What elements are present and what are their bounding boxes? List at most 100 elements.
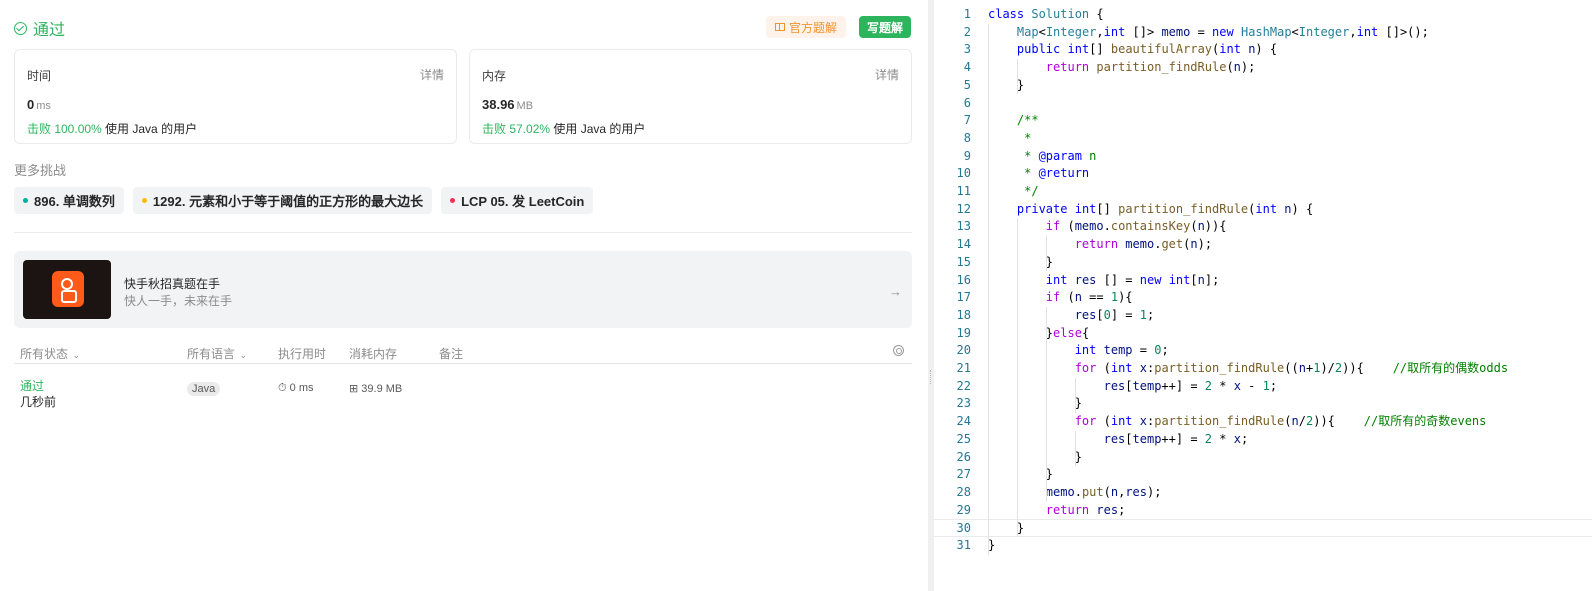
indent-guide [988, 23, 989, 555]
code-text: Map<Integer,int []> memo = new HashMap<I… [1016, 24, 1429, 39]
memory-chip-icon: ⊞ [349, 383, 362, 395]
code-line[interactable]: 14 return memo.get(n); [934, 236, 1592, 254]
code-line[interactable]: 4 return partition_findRule(n); [934, 59, 1592, 77]
code-text: class Solution { [988, 7, 1104, 21]
code-line[interactable]: 28 memo.put(n,res); [934, 484, 1592, 502]
runtime-value-row: 0 ms [27, 97, 51, 112]
line-number: 27 [956, 467, 971, 482]
code-line[interactable]: 11 */ [934, 183, 1592, 201]
code-text: if (n == 1){ [1045, 290, 1133, 305]
code-line[interactable]: 15 } [934, 254, 1592, 272]
write-solution-button[interactable]: 写题解 [859, 16, 912, 38]
code-line[interactable]: 20 int temp = 0; [934, 342, 1592, 360]
line-number: 4 [963, 60, 971, 75]
line-number: 5 [963, 77, 971, 92]
chevron-down-icon: ⌄ [237, 350, 248, 360]
submission-status[interactable]: 通过 [20, 377, 44, 394]
code-line[interactable]: 13 if (memo.containsKey(n)){ [934, 218, 1592, 236]
promo-banner[interactable]: 快手秋招真题在手 快人一手，未来在手 → [14, 251, 912, 328]
challenge-chip[interactable]: 896. 单调数列 [14, 187, 124, 214]
status-filter[interactable]: 所有状态 ⌄ [20, 345, 80, 362]
challenge-list: 896. 单调数列 1292. 元素和小于等于阈值的正方形的最大边长 LCP 0… [14, 187, 594, 214]
indent-guide [1045, 342, 1047, 502]
runtime-detail-link[interactable]: 详情 [420, 66, 444, 83]
status-filter-label: 所有状态 [20, 347, 69, 361]
code-line[interactable]: 10 * @return [934, 165, 1592, 183]
code-text: } [988, 254, 1054, 269]
code-line[interactable]: 2 Map<Integer,int []> memo = new HashMap… [934, 24, 1592, 42]
code-line[interactable]: 19 }else{ [934, 325, 1592, 343]
code-line[interactable]: 22 res[temp++] = 2 * x - 1; [934, 378, 1592, 396]
code-line[interactable]: 27 } [934, 466, 1592, 484]
memory-card[interactable]: 内存 详情 38.96 MB 击败 57.02% 使用 Java 的用户 [469, 49, 912, 144]
line-number: 15 [956, 254, 971, 269]
code-line[interactable]: 26 } [934, 449, 1592, 467]
runtime-card-title: 时间 [27, 69, 52, 83]
indent-guide [1016, 59, 1018, 95]
runtime-card[interactable]: 时间 详情 0 ms 击败 100.00% 使用 Java 的用户 [14, 49, 457, 144]
code-text: private int[] partition_findRule(int n) … [1016, 201, 1314, 216]
challenge-chip[interactable]: LCP 05. 发 LeetCoin [441, 187, 594, 214]
line-number: 3 [963, 42, 971, 57]
code-text: for (int x:partition_findRule((n+1)/2)){… [1074, 361, 1509, 375]
code-line[interactable]: 7 /** [934, 112, 1592, 130]
code-line[interactable]: 31} [934, 537, 1592, 555]
submission-runtime-value: 0 ms [289, 382, 314, 394]
code-line[interactable]: 16 int res [] = new int[n]; [934, 272, 1592, 290]
line-number: 13 [956, 219, 971, 234]
code-line[interactable]: 12 private int[] partition_findRule(int … [934, 201, 1592, 219]
line-number: 7 [963, 113, 971, 128]
line-number: 17 [956, 290, 971, 305]
submission-time: 几秒前 [20, 395, 57, 409]
language-filter[interactable]: 所有语言 ⌄ [187, 345, 247, 362]
code-text: } [988, 521, 1025, 536]
line-number: 1 [963, 7, 971, 21]
code-line[interactable]: 30 } [934, 519, 1592, 537]
challenge-chip[interactable]: 1292. 元素和小于等于阈值的正方形的最大边长 [132, 187, 433, 214]
memory-value-row: 38.96 MB [482, 97, 533, 112]
runtime-column-header: 执行用时 [278, 347, 327, 361]
code-line[interactable]: 18 res[0] = 1; [934, 307, 1592, 325]
code-line[interactable]: 24 for (int x:partition_findRule(n/2)){ … [934, 413, 1592, 431]
code-line[interactable]: 25 res[temp++] = 2 * x; [934, 431, 1592, 449]
code-text: int temp = 0; [1074, 343, 1169, 358]
code-line[interactable]: 3 public int[] beautifulArray(int n) { [934, 41, 1592, 59]
code-text: for (int x:partition_findRule(n/2)){ //取… [1074, 414, 1487, 429]
runtime-unit: ms [36, 100, 51, 112]
difficulty-dot [23, 198, 28, 203]
code-line[interactable]: 21 for (int x:partition_findRule((n+1)/2… [934, 360, 1592, 378]
code-line[interactable]: 29 return res; [934, 502, 1592, 520]
more-challenges-title: 更多挑战 [14, 163, 67, 178]
code-editor[interactable]: 1 class Solution { 2 Map<Integer,int []> m… [934, 0, 1592, 591]
code-line[interactable]: 17 if (n == 1){ [934, 289, 1592, 307]
line-number: 16 [956, 272, 971, 287]
line-number: 31 [956, 538, 971, 552]
code-line[interactable]: 5 } [934, 77, 1592, 95]
code-line[interactable]: 6 [934, 95, 1592, 113]
line-number: 12 [956, 201, 971, 216]
language-filter-label: 所有语言 [187, 347, 236, 361]
settings-icon[interactable] [893, 345, 904, 356]
code-text: */ [988, 184, 1039, 198]
drag-handle-icon[interactable] [930, 370, 932, 384]
official-solution-button[interactable]: 官方题解 [766, 16, 847, 38]
line-number: 10 [956, 166, 971, 181]
challenge-label: 896. 单调数列 [34, 194, 115, 209]
line-number: 19 [956, 325, 971, 340]
check-circle-icon [14, 21, 27, 35]
memory-unit: MB [516, 100, 534, 112]
code-line[interactable]: 8 * [934, 130, 1592, 148]
memory-detail-link[interactable]: 详情 [875, 66, 899, 83]
code-line[interactable]: 9 * @param n [934, 148, 1592, 166]
line-number: 8 [963, 130, 971, 145]
code-text: res[0] = 1; [1074, 307, 1155, 322]
code-text: memo.put(n,res); [1045, 484, 1162, 499]
line-number: 29 [956, 502, 971, 517]
challenge-label: LCP 05. 发 LeetCoin [461, 194, 585, 209]
code-text: int res [] = new int[n]; [1045, 272, 1220, 287]
chevron-down-icon: ⌄ [70, 350, 81, 360]
code-line[interactable]: 1 class Solution { [934, 6, 1592, 24]
code-line[interactable]: 23 } [934, 395, 1592, 413]
submissions-table-header: 所有状态 ⌄ 所有语言 ⌄ 执行用时 消耗内存 备注 [14, 340, 912, 364]
line-number: 30 [956, 521, 971, 536]
